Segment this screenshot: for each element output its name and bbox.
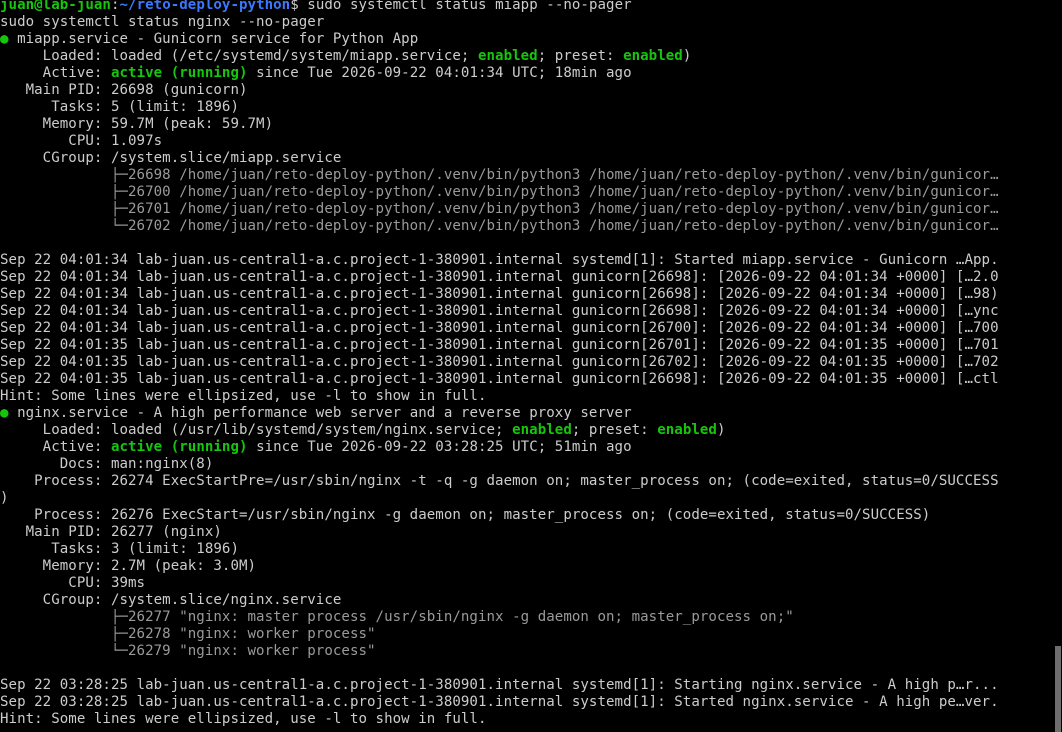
- prompt-user-host: juan@lab-juan: [0, 0, 111, 13]
- nginx-process-pre-wrap: ): [0, 490, 9, 506]
- command-line-nginx: sudo systemctl status nginx --no-pager: [0, 14, 325, 30]
- scrollbar-thumb[interactable]: [1055, 646, 1061, 732]
- nginx-memory: Memory: 2.7M (peak: 3.0M): [0, 558, 257, 574]
- nginx-process-tree-item: ├─26277 "nginx: master process /usr/sbin…: [0, 609, 794, 625]
- miapp-log-line: Sep 22 04:01:34 lab-juan.us-central1-a.c…: [0, 269, 999, 285]
- prompt-symbol: $: [290, 0, 299, 13]
- nginx-header-text: nginx.service - A high performance web s…: [8, 405, 632, 421]
- miapp-loaded-text: Loaded: loaded (/etc/systemd/system/miap…: [0, 48, 478, 64]
- nginx-log-line: Sep 22 03:28:25 lab-juan.us-central1-a.c…: [0, 677, 999, 693]
- miapp-process-tree-item: ├─26700 /home/juan/reto-deploy-python/.v…: [0, 184, 999, 200]
- nginx-active: Active: active (running) since Tue 2026-…: [0, 439, 1052, 456]
- miapp-active: Active: active (running) since Tue 2026-…: [0, 65, 1052, 82]
- prompt-line: juan@lab-juan:~/reto-deploy-python$ sudo…: [0, 0, 1052, 14]
- miapp-memory: Memory: 59.7M (peak: 59.7M): [0, 116, 274, 132]
- nginx-active-state: active (running): [110, 439, 248, 455]
- miapp-enabled: enabled: [477, 48, 538, 64]
- miapp-hint: Hint: Some lines were ellipsized, use -l…: [0, 388, 487, 404]
- nginx-cpu: CPU: 39ms: [0, 575, 146, 591]
- miapp-header: ● miapp.service - Gunicorn service for P…: [0, 31, 1052, 48]
- nginx-loaded-text: Loaded: loaded (/usr/lib/systemd/system/…: [0, 422, 513, 438]
- status-dot-icon: ●: [0, 405, 9, 421]
- terminal-output: juan@lab-juan:~/reto-deploy-python$ sudo…: [0, 0, 1052, 728]
- nginx-cgroup: CGroup: /system.slice/nginx.service: [0, 592, 342, 608]
- miapp-log-line: Sep 22 04:01:34 lab-juan.us-central1-a.c…: [0, 286, 999, 302]
- nginx-loaded-mid: ; preset:: [571, 422, 658, 438]
- terminal-window[interactable]: juan@lab-juan:~/reto-deploy-python$ sudo…: [0, 0, 1062, 732]
- miapp-log-line: Sep 22 04:01:34 lab-juan.us-central1-a.c…: [0, 252, 999, 268]
- miapp-process-tree-item: └─26702 /home/juan/reto-deploy-python/.v…: [0, 218, 999, 234]
- miapp-active-state: active (running): [110, 65, 248, 81]
- miapp-log-line: Sep 22 04:01:35 lab-juan.us-central1-a.c…: [0, 354, 999, 370]
- prompt-command: sudo systemctl status miapp --no-pager: [298, 0, 632, 13]
- nginx-process-tree-item: └─26279 "nginx: worker process": [0, 643, 376, 659]
- nginx-active-since: since Tue 2026-09-22 03:28:25 UTC; 51min…: [247, 439, 632, 455]
- miapp-main-pid: Main PID: 26698 (gunicorn): [0, 82, 248, 98]
- miapp-loaded-post: ): [682, 48, 692, 64]
- miapp-preset: enabled: [623, 48, 683, 64]
- nginx-process-pre: Process: 26274 ExecStartPre=/usr/sbin/ng…: [0, 473, 999, 489]
- miapp-process-tree-item: ├─26701 /home/juan/reto-deploy-python/.v…: [0, 201, 999, 217]
- nginx-loaded: Loaded: loaded (/usr/lib/systemd/system/…: [0, 422, 1052, 439]
- nginx-docs: Docs: man:nginx(8): [0, 456, 214, 472]
- status-dot-icon: ●: [0, 31, 9, 47]
- prompt-separator: :: [110, 0, 120, 13]
- miapp-process-tree-item: ├─26698 /home/juan/reto-deploy-python/.v…: [0, 167, 999, 183]
- nginx-enabled: enabled: [512, 422, 572, 438]
- nginx-process-start: Process: 26276 ExecStart=/usr/sbin/nginx…: [0, 507, 931, 523]
- scrollbar-track[interactable]: [1054, 0, 1062, 732]
- miapp-cpu: CPU: 1.097s: [0, 133, 163, 149]
- miapp-active-label: Active:: [0, 65, 111, 81]
- miapp-header-text: miapp.service - Gunicorn service for Pyt…: [8, 31, 419, 47]
- miapp-loaded: Loaded: loaded (/etc/systemd/system/miap…: [0, 48, 1052, 65]
- prompt-path: ~/reto-deploy-python: [119, 0, 291, 13]
- miapp-loaded-mid: ; preset:: [537, 48, 624, 64]
- miapp-tasks: Tasks: 5 (limit: 1896): [0, 99, 239, 115]
- miapp-cgroup: CGroup: /system.slice/miapp.service: [0, 150, 342, 166]
- miapp-log-line: Sep 22 04:01:35 lab-juan.us-central1-a.c…: [0, 337, 999, 353]
- nginx-loaded-post: ): [716, 422, 726, 438]
- miapp-log-line: Sep 22 04:01:35 lab-juan.us-central1-a.c…: [0, 371, 999, 387]
- nginx-header: ● nginx.service - A high performance web…: [0, 405, 1052, 422]
- nginx-preset: enabled: [657, 422, 717, 438]
- nginx-hint: Hint: Some lines were ellipsized, use -l…: [0, 711, 487, 727]
- nginx-tasks: Tasks: 3 (limit: 1896): [0, 541, 239, 557]
- nginx-active-label: Active:: [0, 439, 111, 455]
- nginx-process-tree-item: ├─26278 "nginx: worker process": [0, 626, 376, 642]
- nginx-log-line: Sep 22 03:28:25 lab-juan.us-central1-a.c…: [0, 694, 999, 710]
- miapp-log-line: Sep 22 04:01:34 lab-juan.us-central1-a.c…: [0, 303, 999, 319]
- miapp-log-line: Sep 22 04:01:34 lab-juan.us-central1-a.c…: [0, 320, 999, 336]
- nginx-main-pid: Main PID: 26277 (nginx): [0, 524, 222, 540]
- miapp-active-since: since Tue 2026-09-22 04:01:34 UTC; 18min…: [247, 65, 632, 81]
